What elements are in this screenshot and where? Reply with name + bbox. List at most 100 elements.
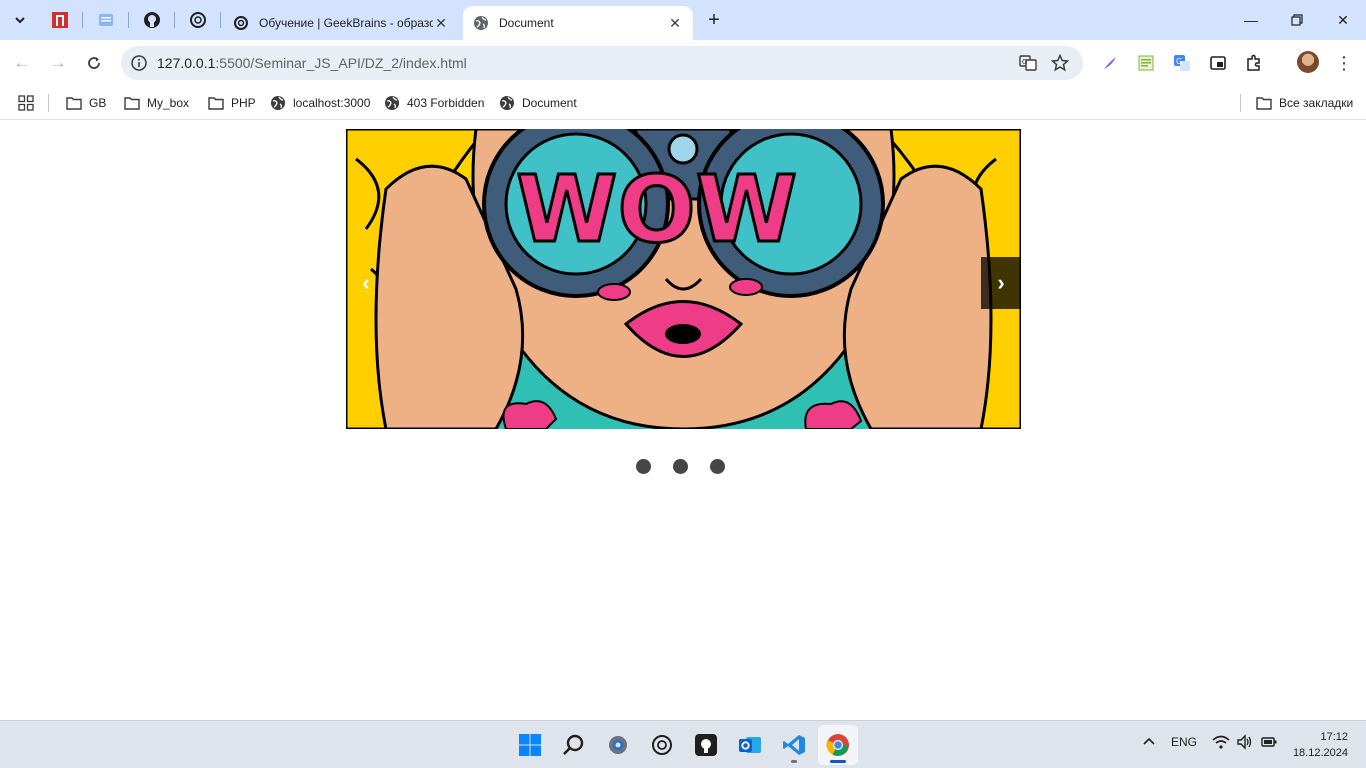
tray-overflow-icon[interactable] [1141, 734, 1157, 753]
close-icon[interactable]: ✕ [433, 15, 449, 31]
url-host: 127.0.0.1 [157, 55, 216, 71]
tab-search-button[interactable] [6, 6, 34, 34]
pinned-tab-github[interactable] [140, 8, 164, 32]
extension-translate-icon[interactable]: G [1171, 52, 1193, 74]
slide-image: WOW [346, 129, 1021, 429]
translate-icon[interactable]: G [1018, 53, 1038, 73]
slider-prev-button[interactable]: ‹ [346, 257, 386, 309]
browser-toolbar: ← → 127.0.0.1:5500/Seminar_JS_API/DZ_2/i… [0, 40, 1366, 86]
globe-icon [500, 96, 514, 110]
document-icon [99, 14, 113, 26]
github-icon [144, 12, 160, 28]
pinned-tab-2[interactable] [94, 8, 118, 32]
picture-in-picture-icon[interactable] [1207, 52, 1229, 74]
folder-icon [1256, 97, 1272, 110]
bookmark-label: PHP [231, 96, 256, 110]
image-slider: WOW ‹ › [346, 129, 1021, 429]
start-button[interactable] [510, 725, 550, 765]
globe-icon [271, 96, 285, 110]
close-icon[interactable]: ✕ [667, 15, 683, 31]
taskbar-settings[interactable] [598, 725, 638, 765]
taskbar-chrome[interactable] [818, 725, 858, 765]
gear-icon [609, 736, 627, 754]
restore-button[interactable] [1274, 0, 1320, 40]
search-icon [563, 734, 584, 755]
tab-title: Document [499, 16, 554, 30]
search-button[interactable] [554, 725, 594, 765]
folder-icon [208, 97, 224, 110]
bookmark-folder-gb[interactable]: GB [66, 92, 106, 114]
wifi-icon[interactable] [1212, 734, 1230, 753]
red-square-icon [52, 12, 68, 28]
bookmarks-bar: GB My_box PHP localhost:3000 403 Forbidd… [0, 86, 1366, 120]
chrome-icon [826, 734, 849, 756]
bookmark-label: localhost:3000 [293, 96, 371, 110]
all-bookmarks-button[interactable]: Все закладки [1256, 92, 1353, 114]
vscode-icon [783, 735, 805, 755]
taskbar-vscode[interactable] [774, 725, 814, 765]
clock-time: 17:12 [1320, 731, 1348, 743]
slider-next-button[interactable]: › [981, 257, 1021, 309]
bookmark-folder-mybox[interactable]: My_box [124, 92, 189, 114]
language-indicator[interactable]: ENG [1171, 735, 1197, 749]
taskbar-chatgpt[interactable] [642, 725, 682, 765]
new-tab-button[interactable]: + [702, 8, 726, 32]
taskbar-outlook[interactable] [730, 725, 770, 765]
minimize-button[interactable]: — [1228, 0, 1274, 40]
openai-style-icon [190, 12, 206, 28]
outlook-icon [739, 737, 761, 753]
url-text[interactable]: 127.0.0.1:5500/Seminar_JS_API/DZ_2/index… [157, 55, 467, 71]
extensions-puzzle-icon[interactable] [1243, 52, 1265, 74]
tab-title: Обучение | GeekBrains - образовательный … [259, 16, 433, 30]
svg-text:G: G [1176, 57, 1182, 66]
reload-button[interactable] [80, 49, 108, 77]
windows-taskbar: ENG 17:12 18.12.2024 [0, 720, 1366, 768]
slide-text: WOW [516, 156, 797, 263]
tab-strip: Обучение | GeekBrains - образовательный … [0, 0, 1366, 40]
bookmark-star-icon[interactable] [1050, 53, 1070, 73]
clock-date: 18.12.2024 [1292, 747, 1348, 759]
bookmark-localhost[interactable]: localhost:3000 [270, 92, 370, 114]
taskbar-github[interactable] [686, 725, 726, 765]
svg-text:G: G [1022, 58, 1027, 66]
back-button[interactable]: ← [8, 49, 36, 77]
windows-logo-icon [519, 734, 541, 756]
bookmark-document[interactable]: Document [499, 92, 577, 114]
chevron-down-icon [15, 17, 25, 24]
close-window-button[interactable]: ✕ [1320, 0, 1366, 40]
reload-icon [88, 57, 100, 69]
github-icon [695, 734, 717, 756]
profile-avatar[interactable] [1297, 51, 1319, 73]
forward-button[interactable]: → [44, 49, 72, 77]
slider-dots [636, 459, 736, 475]
system-clock[interactable]: 17:12 18.12.2024 [1293, 729, 1348, 761]
openai-style-icon [652, 735, 672, 755]
address-bar[interactable]: 127.0.0.1:5500/Seminar_JS_API/DZ_2/index… [121, 46, 1083, 80]
bookmark-folder-php[interactable]: PHP [208, 92, 256, 114]
all-bookmarks-label: Все закладки [1279, 96, 1354, 110]
volume-icon[interactable] [1236, 734, 1254, 753]
battery-icon[interactable] [1260, 734, 1278, 753]
extension-feather-icon[interactable] [1099, 52, 1121, 74]
bookmark-label: Document [522, 96, 577, 110]
bookmark-label: 403 Forbidden [407, 96, 485, 110]
site-info-icon[interactable] [129, 53, 149, 73]
tab-geekbrains[interactable]: Обучение | GeekBrains - образовательный … [223, 6, 459, 40]
folder-icon [66, 97, 82, 110]
slider-dot-2[interactable] [673, 459, 688, 474]
globe-icon [474, 16, 488, 30]
url-path: :5500/Seminar_JS_API/DZ_2/index.html [215, 55, 467, 71]
slider-dot-1[interactable] [636, 459, 651, 474]
slider-dot-3[interactable] [710, 459, 725, 474]
bookmark-label: My_box [147, 96, 190, 110]
more-menu-icon[interactable]: ⋮ [1334, 52, 1354, 74]
restore-icon [1291, 14, 1303, 26]
pinned-tab-4[interactable] [186, 8, 210, 32]
apps-button[interactable] [18, 92, 34, 114]
tab-document[interactable]: Document ✕ [463, 6, 693, 40]
globe-icon [385, 96, 399, 110]
bookmark-403[interactable]: 403 Forbidden [384, 92, 484, 114]
pinned-tab-1[interactable] [48, 8, 72, 32]
openai-style-icon [234, 16, 248, 30]
extension-sheet-icon[interactable] [1135, 52, 1157, 74]
